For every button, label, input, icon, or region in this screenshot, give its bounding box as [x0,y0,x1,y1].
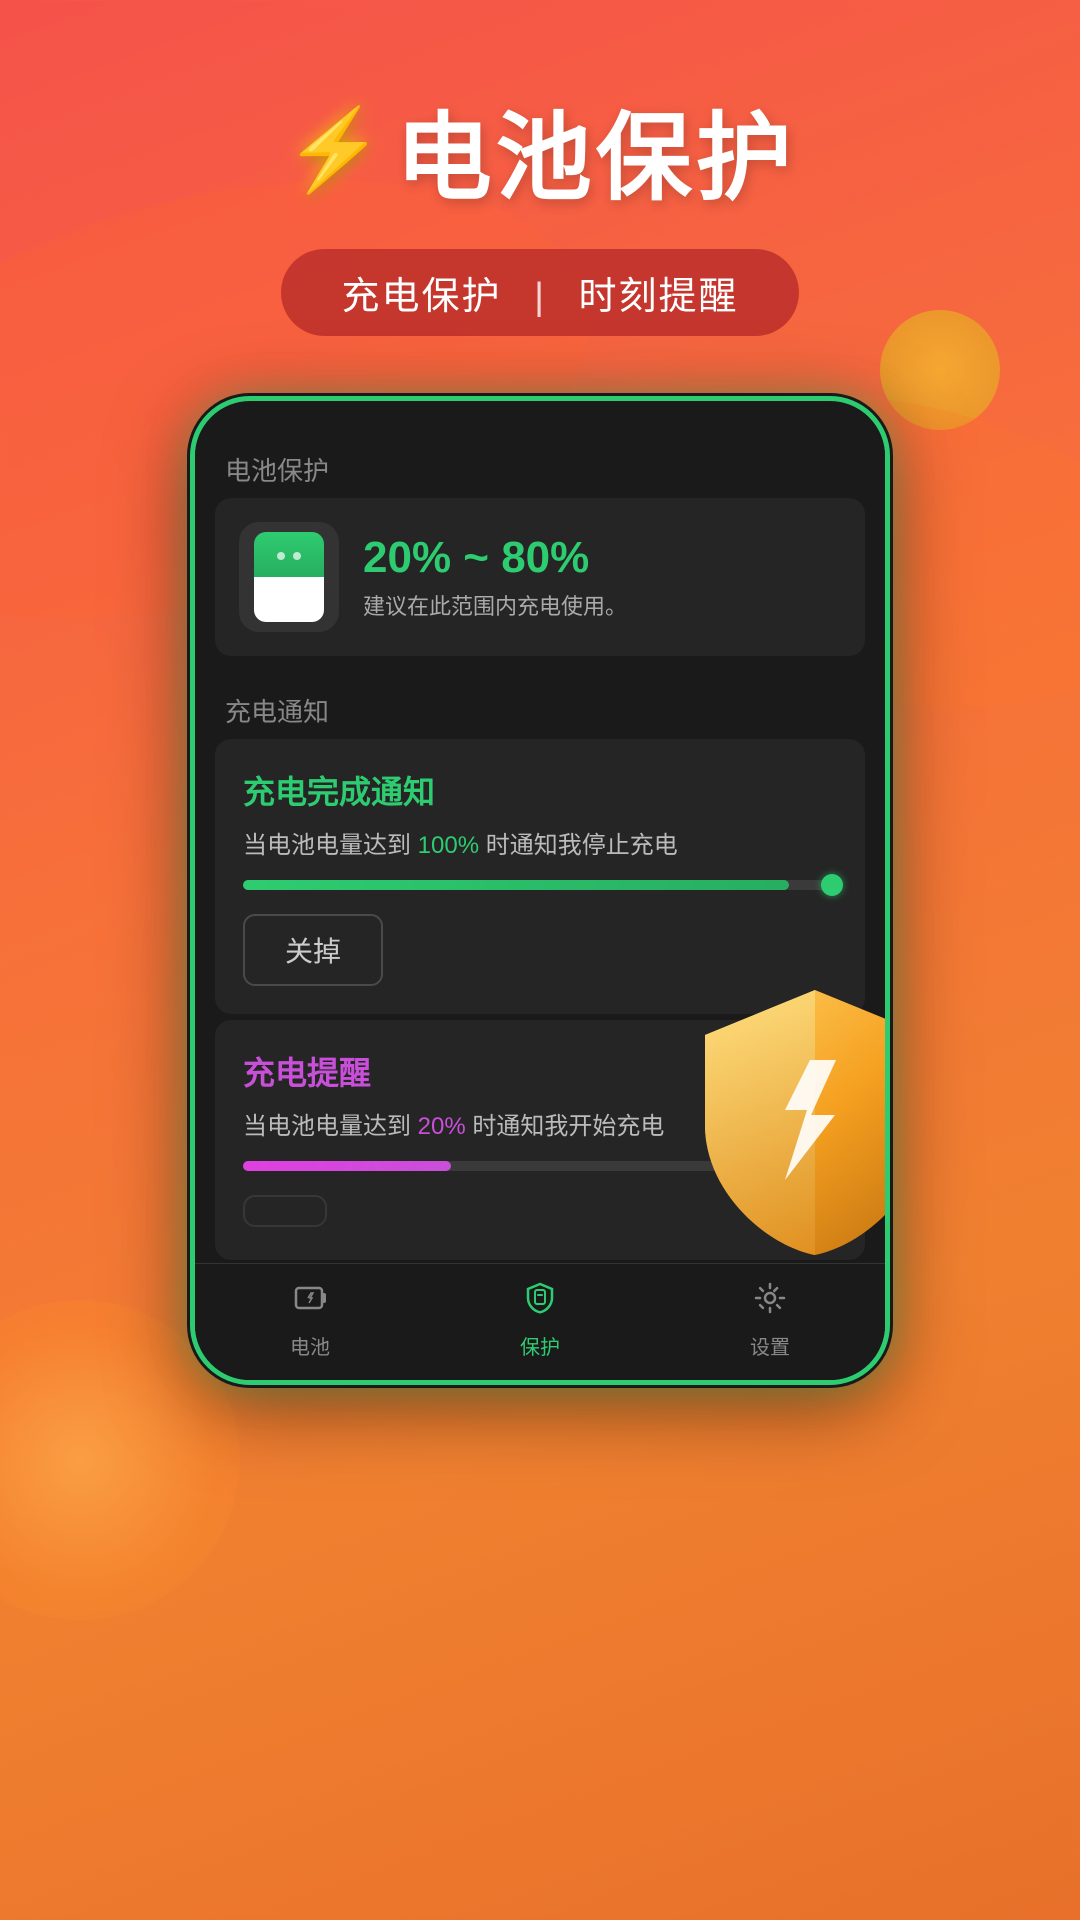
battery-dot-2 [293,552,301,560]
page-header: ⚡ 电池保护 充电保护 | 时刻提醒 [0,0,1080,336]
nav-item-battery[interactable]: 电池 [195,1280,425,1360]
nav-protect-icon [522,1280,558,1325]
phone-container: 电池保护 20% ~ 80% 建议在此范围内充电使用。 充电 [0,396,1080,1385]
battery-icon-wrapper [239,522,339,632]
phone-notch [460,401,620,431]
battery-icon [254,532,324,622]
lightning-icon: ⚡ [284,103,388,197]
notif1-desc: 当电池电量达到 100% 时通知我停止充电 [243,825,837,860]
battery-range: 20% ~ 80% [363,533,841,583]
battery-desc: 建议在此范围内充电使用。 [363,589,841,621]
nav-item-protect[interactable]: 保护 [425,1280,655,1360]
battery-dot-1 [277,552,285,560]
notif2-highlight: 20% [418,1113,466,1140]
notif2-desc-post: 时通知我开始充电 [472,1113,664,1140]
title-text: 电池保护 [396,80,796,219]
section-notif-label: 充电通知 [195,672,885,739]
notif1-title: 充电完成通知 [243,767,837,813]
notif2-desc-pre: 当电池电量达到 [243,1113,411,1140]
bottom-navigation: 电池 保护 [195,1263,885,1380]
notif2-toggle-button [243,1195,327,1227]
battery-protection-card: 20% ~ 80% 建议在此范围内充电使用。 [215,498,865,656]
nav-battery-icon [292,1280,328,1325]
notif2-slider-fill [243,1161,451,1171]
subtitle-divider: | [534,276,546,318]
nav-settings-label: 设置 [750,1331,790,1360]
section-battery-label: 电池保护 [195,431,885,498]
nav-settings-icon [752,1280,788,1325]
phone-mockup: 电池保护 20% ~ 80% 建议在此范围内充电使用。 充电 [190,396,890,1385]
notif1-slider-thumb [821,874,843,896]
shield-decoration [685,980,890,1260]
nav-battery-label: 电池 [290,1331,330,1360]
notif1-slider[interactable] [243,880,837,890]
nav-protect-label: 保护 [520,1331,560,1360]
subtitle-badge: 充电保护 | 时刻提醒 [281,249,798,336]
nav-item-settings[interactable]: 设置 [655,1280,885,1360]
subtitle-left: 充电保护 [341,276,501,318]
subtitle-right: 时刻提醒 [579,276,739,318]
page-title: ⚡ 电池保护 [0,80,1080,219]
notif1-slider-fill [243,880,789,890]
notif1-highlight: 100% [418,832,479,859]
battery-info: 20% ~ 80% 建议在此范围内充电使用。 [363,533,841,621]
notif1-desc-post: 时通知我停止充电 [486,832,678,859]
notif-card-1: 充电完成通知 当电池电量达到 100% 时通知我停止充电 关掉 [215,739,865,1014]
notif1-desc-pre: 当电池电量达到 [243,832,411,859]
notif1-toggle-button[interactable]: 关掉 [243,914,383,986]
battery-dots [254,552,324,560]
